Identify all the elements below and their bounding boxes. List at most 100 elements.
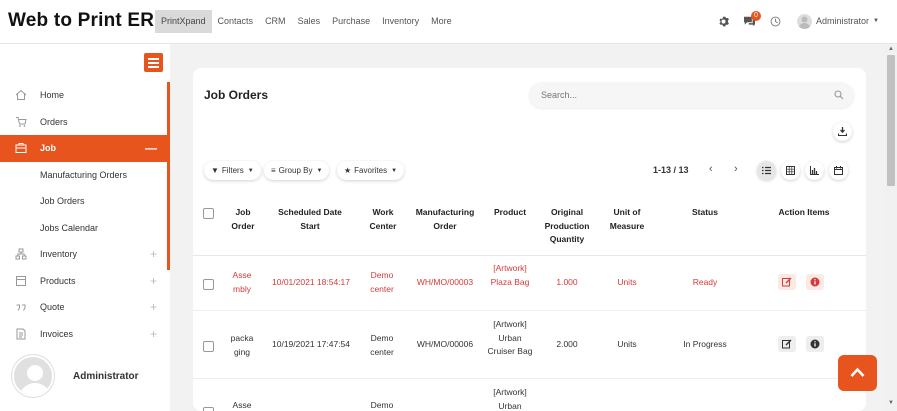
sidebar-item-products[interactable]: Products + xyxy=(0,268,167,295)
col-header-job-order[interactable]: Job Order xyxy=(227,206,259,233)
inventory-icon xyxy=(15,248,27,260)
cell-work-center[interactable]: Demo center xyxy=(365,269,399,296)
scroll-down-arrow-icon[interactable]: ▼ xyxy=(888,400,894,406)
pager-value[interactable]: 1-13 / 13 xyxy=(653,165,689,175)
row-checkbox[interactable] xyxy=(203,279,214,290)
cell-manufacturing-order[interactable]: WH/MO/00003 xyxy=(411,276,479,290)
sidebar-item-label: Quote xyxy=(40,302,65,313)
col-header-original-production-quantity[interactable]: Original Production Quantity xyxy=(539,206,595,247)
scroll-up-arrow-icon[interactable]: ▲ xyxy=(888,46,894,52)
expand-plus-icon[interactable]: + xyxy=(150,247,157,261)
search-input[interactable] xyxy=(541,82,811,108)
sidebar-subitem-jobs-calendar[interactable]: Jobs Calendar xyxy=(0,215,167,242)
search-box xyxy=(529,82,854,108)
col-header-manufacturing-order[interactable]: Manufacturing Order xyxy=(411,206,479,233)
top-menu: PrintXpand Contacts CRM Sales Purchase I… xyxy=(155,10,458,33)
calendar-view-button[interactable] xyxy=(829,161,848,180)
caret-down-icon: ▼ xyxy=(247,167,254,174)
prev-page-icon[interactable]: ‹ xyxy=(709,163,713,175)
settings-gear-icon[interactable] xyxy=(718,16,729,27)
sidebar-avatar[interactable] xyxy=(12,355,54,397)
collapse-toggle-icon[interactable]: — xyxy=(145,141,157,155)
search-icon[interactable] xyxy=(834,90,844,100)
cell-product[interactable]: [Artwork] Plaza Bag xyxy=(487,262,533,289)
expand-plus-icon[interactable]: + xyxy=(150,300,157,314)
cell-unit-of-measure[interactable]: Units xyxy=(607,338,647,352)
chat-messages-icon[interactable]: 0 xyxy=(743,10,761,27)
filters-dropdown[interactable]: ▼ Filters ▼ xyxy=(204,161,261,180)
cell-work-center[interactable]: Demo center xyxy=(365,332,399,359)
user-avatar[interactable] xyxy=(797,13,813,29)
menu-purchase[interactable]: Purchase xyxy=(326,10,376,33)
edit-action-button[interactable] xyxy=(778,274,796,290)
info-icon xyxy=(810,277,820,287)
menu-sales[interactable]: Sales xyxy=(292,10,327,33)
info-action-button[interactable] xyxy=(806,336,824,352)
next-page-icon[interactable]: › xyxy=(734,163,738,175)
cell-product[interactable]: [Artwork] Urban Cruiser Bag xyxy=(487,318,533,359)
cell-job-order[interactable]: packa ging xyxy=(227,332,257,359)
edit-action-button[interactable] xyxy=(778,336,796,352)
sidebar-scroll-indicator xyxy=(167,82,170,270)
chevron-down-icon[interactable]: ▼ xyxy=(873,18,879,24)
scroll-to-top-button[interactable] xyxy=(838,355,877,391)
download-button[interactable] xyxy=(833,122,852,141)
cell-job-order[interactable]: Asse xyxy=(227,399,257,411)
expand-plus-icon[interactable]: + xyxy=(150,274,157,288)
sidebar-item-label: Home xyxy=(40,90,65,101)
favorites-dropdown[interactable]: ★ Favorites ▼ xyxy=(337,161,405,180)
scroll-thumb[interactable] xyxy=(887,55,895,186)
grid-view-button[interactable] xyxy=(781,161,800,180)
row-checkbox[interactable] xyxy=(203,407,214,411)
menu-printxpand[interactable]: PrintXpand xyxy=(155,10,212,33)
sidebar-subitem-manufacturing-orders[interactable]: Manufacturing Orders xyxy=(0,162,167,189)
sidebar-item-home[interactable]: Home xyxy=(0,82,167,109)
chevron-up-icon xyxy=(850,367,865,377)
col-header-product[interactable]: Product xyxy=(487,206,533,220)
cell-job-order[interactable]: Asse mbly xyxy=(227,269,257,296)
cell-work-center[interactable]: Demo xyxy=(365,399,399,411)
list-view-button[interactable] xyxy=(757,161,776,180)
cell-quantity[interactable]: 1.000 xyxy=(545,276,589,290)
app-brand[interactable]: Web to Print ERP xyxy=(8,10,167,32)
info-action-button[interactable] xyxy=(806,274,824,290)
sidebar-item-inventory[interactable]: Inventory + xyxy=(0,241,167,268)
cell-status[interactable]: Ready xyxy=(675,276,735,290)
download-icon xyxy=(838,127,847,136)
sidebar-subitem-job-orders[interactable]: Job Orders xyxy=(0,188,167,215)
user-menu-name[interactable]: Administrator xyxy=(816,16,869,26)
col-header-unit-of-measure[interactable]: Unit of Measure xyxy=(603,206,651,233)
select-all-checkbox[interactable] xyxy=(203,208,214,219)
expand-plus-icon[interactable]: + xyxy=(150,327,157,341)
cell-manufacturing-order[interactable]: WH/MO/00006 xyxy=(411,338,479,352)
cell-status[interactable]: In Progress xyxy=(670,338,740,352)
info-icon xyxy=(810,339,820,349)
graph-view-button[interactable] xyxy=(805,161,824,180)
col-header-work-center[interactable]: Work Center xyxy=(365,206,401,233)
menu-inventory[interactable]: Inventory xyxy=(376,10,425,33)
cell-unit-of-measure[interactable]: Units xyxy=(607,276,647,290)
row-divider xyxy=(193,310,866,311)
cell-scheduled-date[interactable]: 10/19/2021 17:47:54 xyxy=(266,338,356,352)
clock-activity-icon[interactable] xyxy=(770,16,781,27)
cell-quantity[interactable]: 2.000 xyxy=(545,338,589,352)
group-by-dropdown[interactable]: ≡ Group By ▼ xyxy=(264,161,330,180)
cell-product[interactable]: [Artwork] Urban xyxy=(487,386,533,411)
sidebar-user-panel: Administrator xyxy=(0,344,167,411)
menu-contacts[interactable]: Contacts xyxy=(212,10,260,33)
col-header-status[interactable]: Status xyxy=(675,206,735,220)
cell-scheduled-date[interactable]: 10/01/2021 18:54:17 xyxy=(266,276,356,290)
sidebar-item-orders[interactable]: Orders xyxy=(0,109,167,136)
top-right-tools: 0 Administrator ▼ xyxy=(704,10,879,32)
sidebar-item-job[interactable]: Job — xyxy=(0,135,167,162)
page-scrollbar[interactable]: ▲ ▼ xyxy=(885,44,897,411)
menu-more[interactable]: More xyxy=(425,10,458,33)
invoice-icon xyxy=(16,328,26,339)
hamburger-menu-button[interactable] xyxy=(144,53,163,72)
sidebar-item-quote[interactable]: Quote + xyxy=(0,294,167,321)
sidebar-item-label: Orders xyxy=(40,116,68,127)
menu-crm[interactable]: CRM xyxy=(259,10,292,33)
col-header-scheduled-date-start[interactable]: Scheduled Date Start xyxy=(270,206,350,233)
quote-icon xyxy=(16,304,26,311)
row-checkbox[interactable] xyxy=(203,341,214,352)
